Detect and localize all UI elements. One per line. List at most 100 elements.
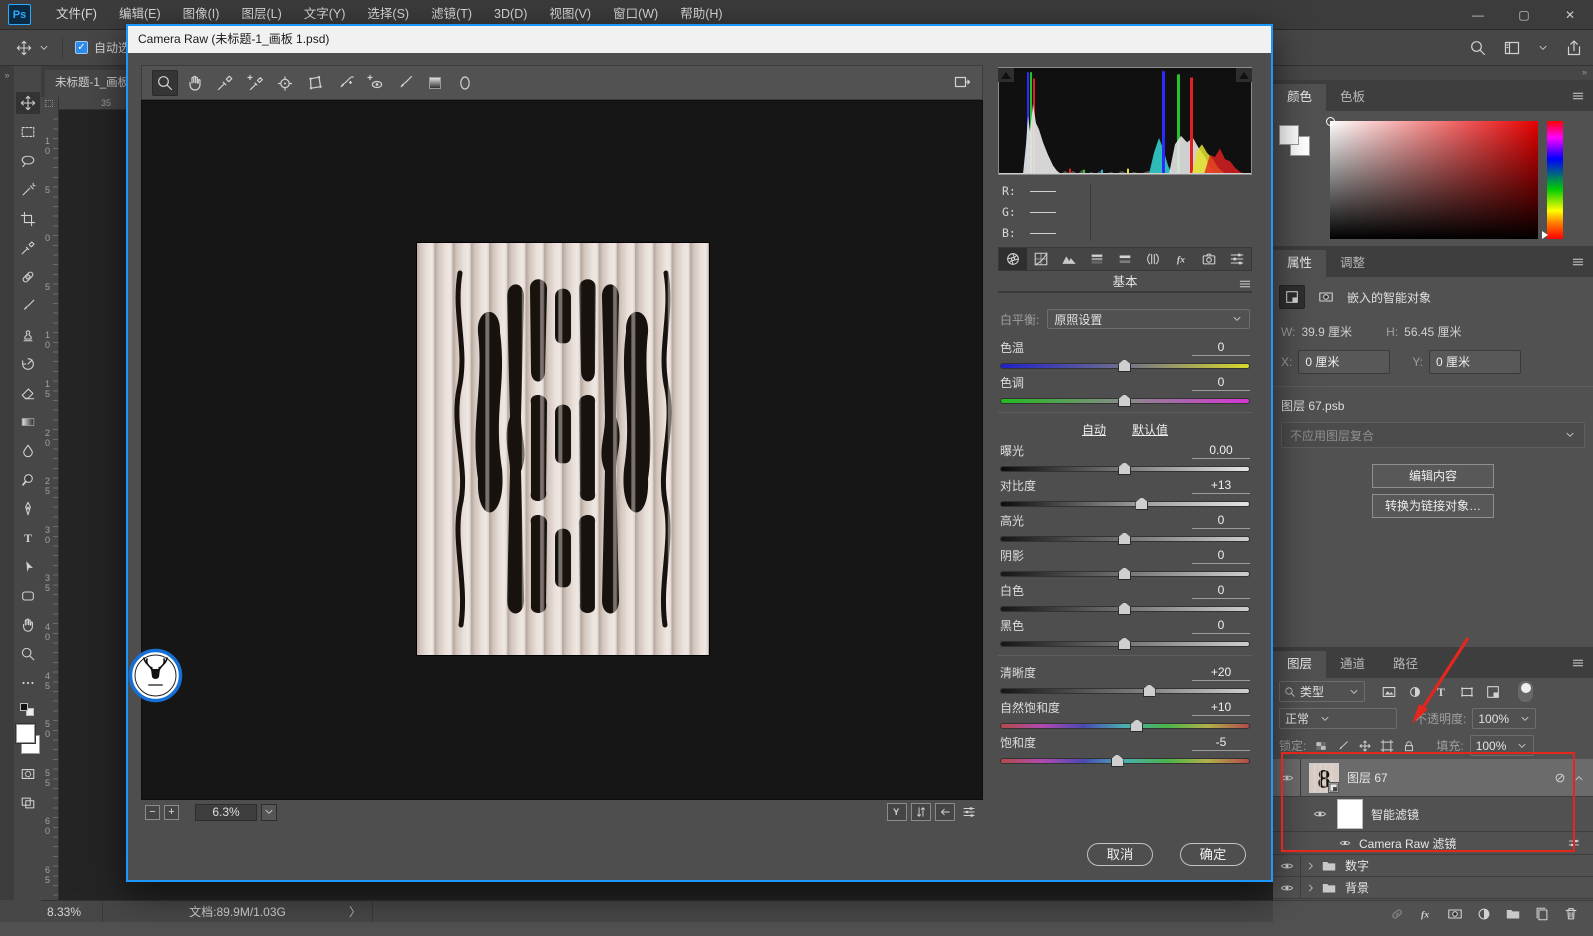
lasso-tool[interactable] bbox=[16, 150, 40, 172]
white-balance-tool-icon[interactable] bbox=[212, 70, 238, 96]
healing-tool[interactable] bbox=[16, 266, 40, 288]
filter-settings-icon[interactable] bbox=[1567, 836, 1581, 850]
status-zoom-level[interactable]: 8.33% bbox=[41, 900, 103, 923]
visibility-eye-icon[interactable] bbox=[1280, 859, 1294, 873]
lock-all-icon[interactable] bbox=[1402, 739, 1416, 753]
eraser-tool[interactable] bbox=[16, 382, 40, 404]
path-select-tool[interactable] bbox=[16, 556, 40, 578]
default-link[interactable]: 默认值 bbox=[1132, 421, 1168, 438]
slider-track[interactable] bbox=[1000, 462, 1250, 475]
dodge-tool[interactable] bbox=[16, 469, 40, 491]
convert-to-linked-button[interactable]: 转换为链接对象… bbox=[1372, 494, 1494, 518]
highlight-clipping-toggle[interactable] bbox=[1236, 68, 1252, 82]
brush-tool[interactable] bbox=[16, 295, 40, 317]
tab-lens-corrections-icon[interactable] bbox=[1139, 248, 1167, 270]
chevron-down-icon[interactable] bbox=[1537, 42, 1549, 54]
camera-raw-preview[interactable] bbox=[141, 100, 983, 800]
visibility-eye-icon[interactable] bbox=[1313, 807, 1327, 821]
hue-marker[interactable] bbox=[1542, 231, 1548, 239]
slider-thumb[interactable] bbox=[1118, 602, 1131, 615]
lock-pixels-icon[interactable] bbox=[1336, 739, 1350, 753]
mask-properties-icon[interactable] bbox=[1313, 285, 1339, 309]
panel-menu-icon[interactable] bbox=[1571, 656, 1585, 670]
smart-object-filter-icon[interactable] bbox=[1481, 681, 1504, 702]
magic-wand-tool[interactable] bbox=[16, 179, 40, 201]
clone-stamp-tool[interactable] bbox=[16, 324, 40, 346]
transform-tool-icon[interactable] bbox=[302, 70, 328, 96]
color-field-marker[interactable] bbox=[1326, 117, 1335, 126]
collapse-filters-icon[interactable] bbox=[1573, 772, 1585, 784]
tab-paths[interactable]: 路径 bbox=[1379, 651, 1432, 678]
adjustment-filter-icon[interactable] bbox=[1403, 681, 1426, 702]
status-expand-arrow[interactable]: 〉 bbox=[349, 903, 361, 920]
edit-contents-button[interactable]: 编辑内容 bbox=[1372, 464, 1494, 488]
fullscreen-toggle-icon[interactable] bbox=[949, 69, 975, 95]
group-row[interactable]: 背景 bbox=[1273, 877, 1593, 899]
opacity-select[interactable]: 100% bbox=[1472, 708, 1537, 729]
hue-bar[interactable] bbox=[1542, 121, 1563, 239]
tab-tone-curve-icon[interactable] bbox=[1027, 248, 1055, 270]
type-filter-icon[interactable]: T bbox=[1429, 681, 1452, 702]
slider-value[interactable]: 0 bbox=[1192, 548, 1250, 564]
slider-track[interactable] bbox=[1000, 754, 1250, 767]
menu-文件[interactable]: 文件(F) bbox=[45, 0, 108, 29]
spot-removal-tool-icon[interactable] bbox=[332, 70, 358, 96]
pixel-filter-icon[interactable] bbox=[1377, 681, 1400, 702]
red-eye-tool-icon[interactable] bbox=[362, 70, 388, 96]
layer-filter-select[interactable]: 类型 bbox=[1279, 681, 1365, 702]
hand-tool[interactable] bbox=[16, 614, 40, 636]
tab-basic-icon[interactable] bbox=[999, 248, 1027, 270]
zoom-out-button[interactable]: − bbox=[145, 804, 160, 820]
camera-raw-filter-label[interactable]: Camera Raw 滤镜 bbox=[1359, 835, 1456, 852]
white-balance-select[interactable]: 原照设置 bbox=[1047, 309, 1250, 329]
delete-layer-icon[interactable] bbox=[1563, 906, 1579, 922]
smart-filter-mask-thumbnail[interactable] bbox=[1337, 799, 1363, 829]
shadow-clipping-toggle[interactable] bbox=[998, 68, 1014, 82]
new-layer-icon[interactable] bbox=[1534, 906, 1550, 922]
blend-mode-select[interactable]: 正常 bbox=[1279, 708, 1397, 729]
auto-select-checkbox[interactable]: ✓ bbox=[75, 41, 88, 54]
tab-layers[interactable]: 图层 bbox=[1273, 651, 1327, 678]
gradient-tool[interactable] bbox=[16, 411, 40, 433]
slider-thumb[interactable] bbox=[1142, 684, 1156, 697]
maximize-button[interactable]: ▢ bbox=[1501, 0, 1547, 30]
blur-tool[interactable] bbox=[16, 440, 40, 462]
tab-channels[interactable]: 通道 bbox=[1326, 651, 1379, 678]
smart-filters-row[interactable]: 智能滤镜 bbox=[1273, 797, 1593, 832]
chevron-right-icon[interactable] bbox=[1305, 882, 1317, 894]
quick-mask-button[interactable] bbox=[16, 763, 40, 785]
slider-track[interactable] bbox=[1000, 497, 1250, 510]
zoom-level-dropdown[interactable] bbox=[261, 803, 277, 821]
camera-raw-title[interactable]: Camera Raw (未标题-1_画板 1.psd) bbox=[128, 26, 1271, 53]
saturation-field[interactable] bbox=[1326, 117, 1538, 239]
slider-value[interactable]: 0 bbox=[1192, 340, 1250, 356]
group-name[interactable]: 数字 bbox=[1345, 857, 1369, 874]
slider-track[interactable] bbox=[1000, 359, 1250, 372]
lock-transparent-icon[interactable] bbox=[1314, 739, 1328, 753]
adjustment-brush-tool-icon[interactable] bbox=[392, 70, 418, 96]
slider-thumb[interactable] bbox=[1118, 532, 1131, 545]
cancel-button[interactable]: 取消 bbox=[1087, 843, 1153, 866]
panel-menu-icon[interactable] bbox=[1571, 255, 1585, 269]
layer-thumbnail[interactable]: 8 bbox=[1309, 762, 1339, 793]
history-brush-tool[interactable] bbox=[16, 353, 40, 375]
crop-tool[interactable] bbox=[16, 208, 40, 230]
foreground-background-swatches[interactable] bbox=[1279, 125, 1315, 161]
x-position-field[interactable]: 0 厘米 bbox=[1298, 350, 1391, 374]
camera-raw-filter-row[interactable]: Camera Raw 滤镜 bbox=[1273, 832, 1593, 855]
close-button[interactable]: ✕ bbox=[1547, 0, 1593, 30]
layer-mask-icon[interactable] bbox=[1447, 906, 1463, 922]
slider-track[interactable] bbox=[1000, 684, 1250, 697]
tab-detail-icon[interactable] bbox=[1055, 248, 1083, 270]
minimize-button[interactable]: — bbox=[1455, 0, 1501, 30]
new-group-icon[interactable] bbox=[1505, 906, 1521, 922]
lock-position-icon[interactable] bbox=[1358, 739, 1372, 753]
histogram[interactable] bbox=[998, 67, 1252, 175]
slider-thumb[interactable] bbox=[1110, 754, 1124, 767]
swap-views-icon[interactable] bbox=[911, 803, 931, 821]
move-tool-preset-icon[interactable] bbox=[16, 40, 32, 56]
lock-artboard-icon[interactable] bbox=[1380, 739, 1394, 753]
preview-y-icon[interactable]: Y bbox=[887, 803, 907, 821]
chevron-right-icon[interactable] bbox=[1305, 860, 1317, 872]
ruler-origin[interactable] bbox=[41, 97, 59, 110]
